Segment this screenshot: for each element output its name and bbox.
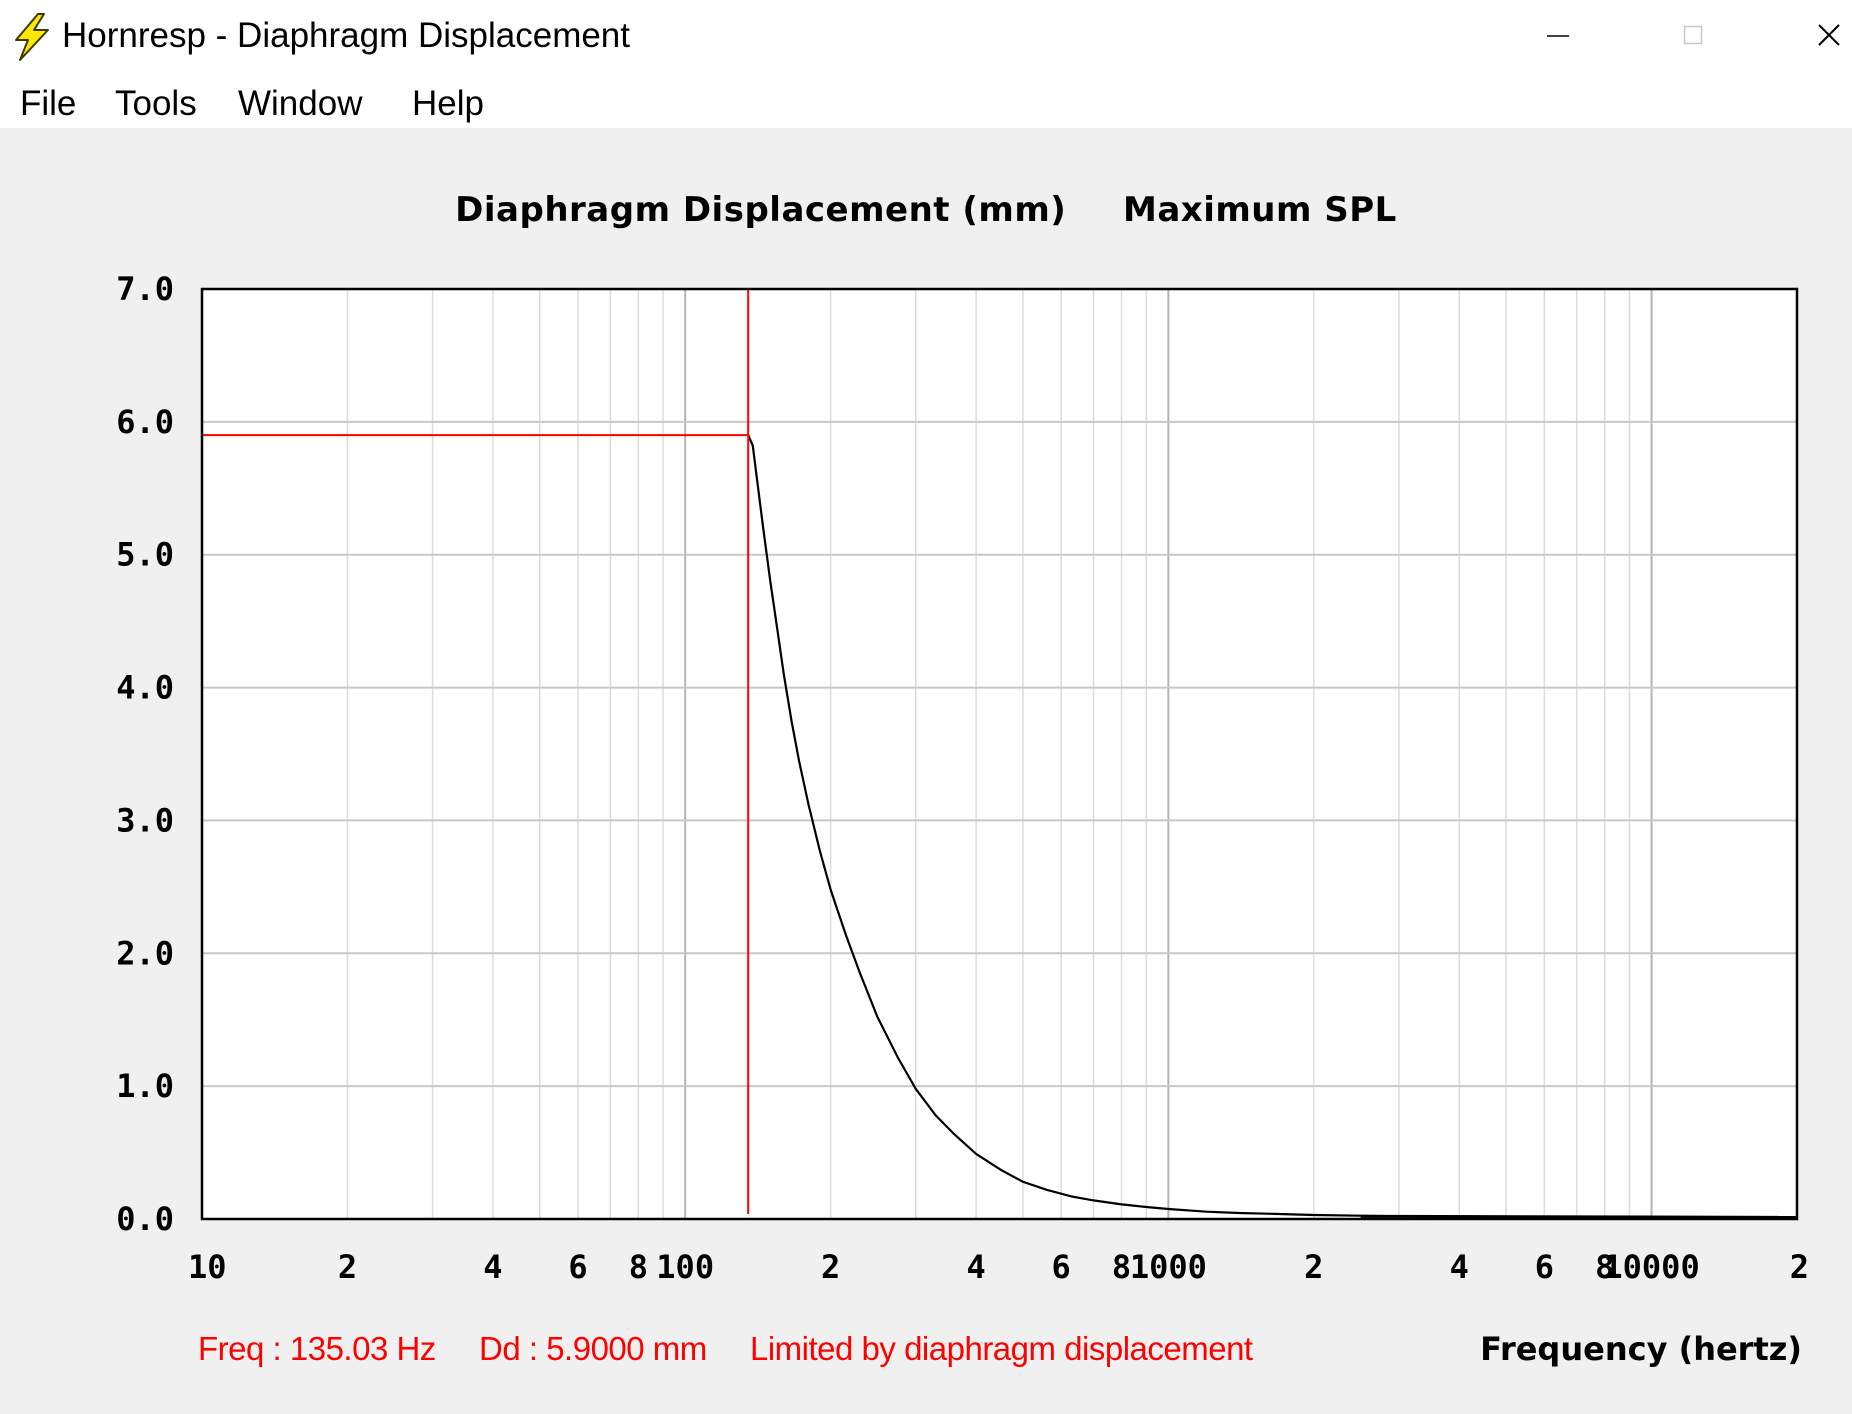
y-tick-label: 1.0 xyxy=(116,1067,174,1105)
x-tick-label: 10 xyxy=(188,1248,227,1286)
status-frequency: Freq : 135.03 Hz xyxy=(198,1330,436,1367)
x-axis-label: Frequency (hertz) xyxy=(1480,1330,1802,1368)
x-tick-label: 2 xyxy=(1304,1248,1323,1286)
x-tick-label: 4 xyxy=(483,1248,502,1286)
displacement-chart: 0.01.02.03.04.05.06.07.010 2 4 6 8 100 2 4 6 8100… xyxy=(116,270,1809,1286)
y-tick-label: 0.0 xyxy=(116,1200,174,1238)
displacement-curve-tail xyxy=(1360,1214,1798,1219)
status-displacement: Dd : 5.9000 mm xyxy=(479,1330,707,1367)
x-tick-label: 6 xyxy=(1535,1248,1554,1286)
x-tick-label: 6 xyxy=(568,1248,587,1286)
y-tick-label: 7.0 xyxy=(116,270,174,308)
y-tick-label: 5.0 xyxy=(116,536,174,574)
x-tick-label: 2 xyxy=(821,1248,840,1286)
x-tick-label: 4 xyxy=(1450,1248,1469,1286)
plot-area xyxy=(202,289,1797,1219)
x-tick-label: 6 xyxy=(1052,1248,1071,1286)
y-tick-label: 6.0 xyxy=(116,403,174,441)
x-tick-label: 4 xyxy=(966,1248,985,1286)
x-tick-label: 100 xyxy=(656,1248,714,1286)
y-tick-label: 4.0 xyxy=(116,669,174,707)
status-limit-note: Limited by diaphragm displacement xyxy=(750,1330,1253,1367)
x-tick-label: 2 xyxy=(1790,1248,1809,1286)
y-tick-label: 2.0 xyxy=(116,934,174,972)
x-tick-label: 10000 xyxy=(1603,1248,1699,1286)
x-tick-label: 8 xyxy=(1112,1248,1131,1286)
x-tick-label: 8 xyxy=(629,1248,648,1286)
x-tick-label: 2 xyxy=(338,1248,357,1286)
x-tick-label: 1000 xyxy=(1130,1248,1207,1286)
y-tick-label: 3.0 xyxy=(116,801,174,839)
